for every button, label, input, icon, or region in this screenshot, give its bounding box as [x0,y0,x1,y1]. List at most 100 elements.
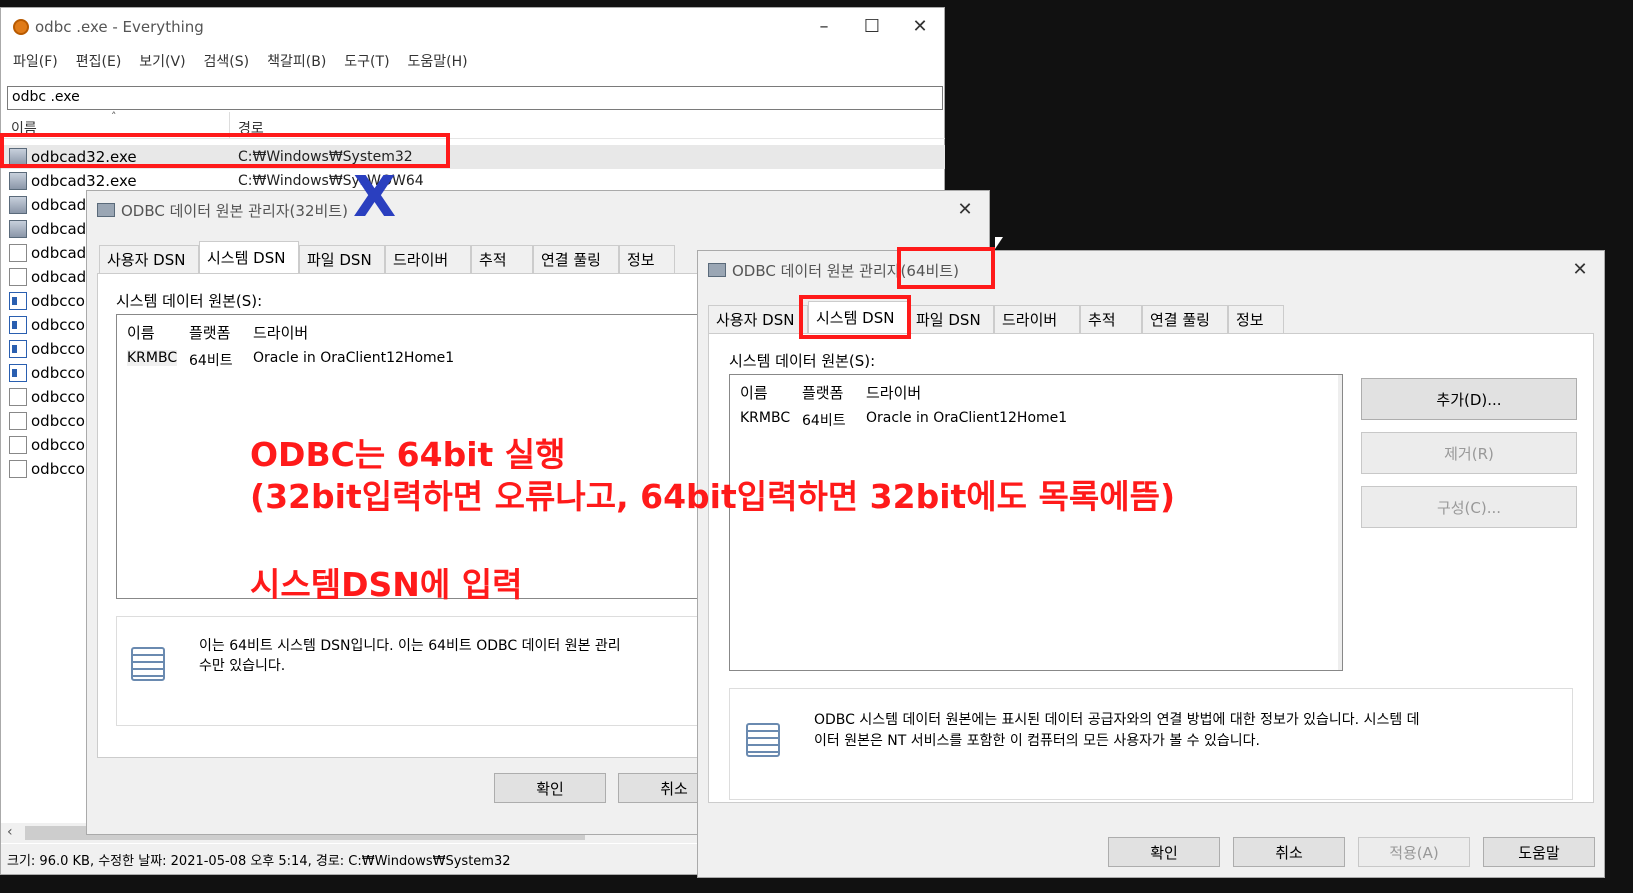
magnifier-icon [13,19,29,35]
file-name: odbcco [31,364,85,382]
apply-button[interactable]: 적용(A) [1358,837,1470,867]
tab-about[interactable]: 정보 [619,245,675,273]
x-mark-annotation: X [353,165,397,230]
close-icon[interactable]: ✕ [1556,251,1604,287]
list-header-name[interactable]: 이름 [127,322,155,343]
dialog64-titlebar: ODBC 데이터 원본 관리자(64비트) ✕ [698,251,1604,289]
dsn-name: KRMBC [127,350,178,366]
data-source-icon [131,647,165,681]
ok-button[interactable]: 확인 [494,773,606,803]
info-box: 이는 64비트 시스템 DSN입니다. 이는 64비트 ODBC 데이터 원본 … [116,616,716,726]
menu-help[interactable]: 도움말(H) [408,51,468,71]
system-data-sources-label: 시스템 데이터 원본(S): [729,352,876,370]
file-name: odbcad [31,196,87,214]
file-name: odbcco [31,388,85,406]
file-name: odbcco [31,412,85,430]
status-text: 크기: 96.0 KB, 수정한 날짜: 2021-05-08 오후 5:14,… [7,854,511,869]
sort-ascending-icon: ˄ [111,110,117,123]
file-name: odbcco [31,460,85,478]
file-name: odbcco [31,292,85,310]
odbc-app-icon [708,263,726,277]
menu-file[interactable]: 파일(F) [13,51,58,71]
tab-file-dsn[interactable]: 파일 DSN [299,245,385,273]
control-panel-icon [9,364,27,382]
document-icon [9,388,27,406]
control-panel-icon [9,340,27,358]
odbc-app-icon [97,203,115,217]
tab-label: 정보 [627,251,655,269]
minimize-icon[interactable]: – [800,8,848,44]
list-header-platform[interactable]: 플랫폼 [189,322,230,343]
list-header-driver[interactable]: 드라이버 [253,322,308,343]
control-panel-icon [9,292,27,310]
file-name: odbcad [31,220,87,238]
vertical-scrollbar[interactable] [1338,375,1342,670]
close-icon[interactable]: ✕ [941,191,989,227]
tab-system-dsn[interactable]: 시스템 DSN [199,241,299,273]
tab-drivers[interactable]: 드라이버 [385,245,471,273]
file-name: odbcco [31,316,85,334]
cancel-button[interactable]: 취소 [1233,837,1345,867]
add-button[interactable]: 추가(D)... [1361,378,1577,420]
menu-edit[interactable]: 편집(E) [76,51,122,71]
dsn-list[interactable]: 이름 플랫폼 드라이버 KRMBC 64비트 Oracle in OraClie… [729,374,1343,671]
configure-button[interactable]: 구성(C)... [1361,486,1577,528]
file-name: odbcco [31,436,85,454]
dialog64-tab-panel: 시스템 데이터 원본(S): 이름 플랫폼 드라이버 KRMBC 64비트 Or… [708,333,1594,803]
list-item[interactable]: KRMBC 64비트 Oracle in OraClient12Home1 [121,349,711,371]
menu-view[interactable]: 보기(V) [139,51,185,71]
tab-file-dsn[interactable]: 파일 DSN [908,305,994,333]
list-header-driver[interactable]: 드라이버 [866,382,921,403]
document-icon [9,436,27,454]
tab-drivers[interactable]: 드라이버 [994,305,1080,333]
tab-about[interactable]: 정보 [1228,305,1284,333]
system-data-sources-label: 시스템 데이터 원본(S): [116,292,263,310]
tab-user-dsn[interactable]: 사용자 DSN [99,245,199,273]
file-name: odbcad [31,244,87,262]
dsn-name: KRMBC [740,410,791,426]
file-name: odbcad32.exe [31,172,137,190]
highlight-first-result [0,133,450,168]
remove-button[interactable]: 제거(R) [1361,432,1577,474]
menu-tools[interactable]: 도구(T) [344,51,389,71]
tab-label: 연결 풀링 [541,251,601,269]
dsn-driver: Oracle in OraClient12Home1 [866,410,1068,426]
menu-search[interactable]: 검색(S) [204,51,250,71]
info-text-line2: 이터 원본은 NT 서비스를 포함한 이 컴퓨터의 모든 사용자가 볼 수 있습… [814,733,1260,749]
list-header-platform[interactable]: 플랫폼 [802,382,843,403]
tab-label: 파일 DSN [916,311,981,329]
tab-tracing[interactable]: 추적 [1080,305,1142,333]
tab-connection-pooling[interactable]: 연결 풀링 [533,245,619,273]
tab-label: 시스템 DSN [207,249,286,267]
tab-label: 추적 [479,251,507,269]
window-title: odbc .exe - Everything [35,18,204,36]
highlight-system-dsn-tab [799,295,911,339]
list-header-name[interactable]: 이름 [740,382,768,403]
menu-bookmarks[interactable]: 책갈피(B) [267,51,326,71]
tab-label: 연결 풀링 [1150,311,1210,329]
data-source-icon [746,723,780,757]
ok-button[interactable]: 확인 [1108,837,1220,867]
everything-titlebar: odbc .exe - Everything – ☐ ✕ [1,8,944,46]
dialog32-titlebar: ODBC 데이터 원본 관리자(32비트) ✕ [87,191,989,229]
search-input[interactable]: odbc .exe [7,86,943,110]
document-icon [9,244,27,262]
dsn-platform: 64비트 [189,353,233,369]
document-icon [9,268,27,286]
help-button[interactable]: 도움말 [1483,837,1595,867]
file-name: odbcad [31,268,87,286]
scroll-left-icon[interactable]: ‹ [7,824,13,840]
cursor-icon [995,237,1003,249]
close-icon[interactable]: ✕ [896,8,944,44]
tab-connection-pooling[interactable]: 연결 풀링 [1142,305,1228,333]
annotation-line1: ODBC는 64bit 실행 [250,435,566,474]
info-text-line1: 이는 64비트 시스템 DSN입니다. 이는 64비트 ODBC 데이터 원본 … [199,638,621,654]
tab-label: 파일 DSN [307,251,372,269]
maximize-icon[interactable]: ☐ [848,8,896,44]
annotation-line2: (32bit입력하면 오류나고, 64bit입력하면 32bit에도 목록에뜸) [250,477,1176,516]
tab-tracing[interactable]: 추적 [471,245,533,273]
tab-label: 추적 [1088,311,1116,329]
list-item[interactable]: KRMBC 64비트 Oracle in OraClient12Home1 [734,409,1338,431]
info-box: ODBC 시스템 데이터 원본에는 표시된 데이터 공급자와의 연결 방법에 대… [729,688,1573,800]
tab-user-dsn[interactable]: 사용자 DSN [708,305,808,333]
